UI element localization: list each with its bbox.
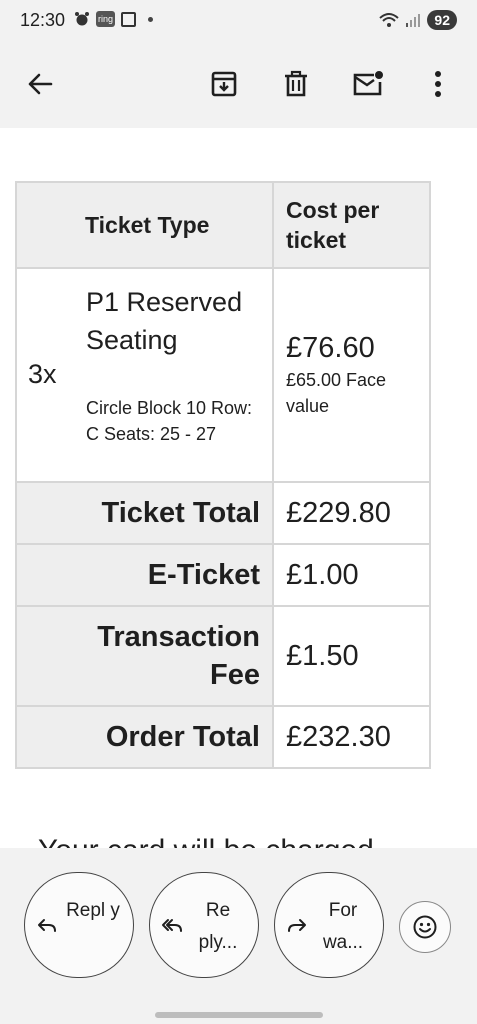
header-ticket-type: Ticket Type (15, 181, 274, 269)
archive-button[interactable] (198, 58, 250, 110)
delete-button[interactable] (270, 58, 322, 110)
ring-app-icon: ring (96, 11, 116, 27)
status-time: 12:30 (20, 10, 66, 30)
mark-unread-icon (353, 71, 383, 96)
forward-button[interactable]: For wa... (274, 872, 384, 978)
forward-label: For wa... (322, 900, 364, 953)
table-row: Transaction Fee £1.50 (15, 605, 431, 707)
ticket-face-value: £65.00 Face value (286, 370, 387, 416)
reply-all-icon (162, 919, 182, 932)
email-body: Ticket Type Cost per ticket 3x P1 Reserv… (0, 128, 477, 848)
order-table: Ticket Type Cost per ticket 3x P1 Reserv… (15, 181, 431, 769)
ticket-price: £76.60 (286, 332, 375, 364)
table-row: Ticket Total £229.80 (15, 481, 431, 545)
ticket-item-cell: 3x P1 Reserved Seating Circle Block 10 R… (15, 267, 274, 483)
signal-icon (406, 14, 421, 27)
reply-button[interactable]: Repl y (24, 872, 134, 978)
e-ticket-value: £1.00 (272, 543, 431, 607)
home-gesture-bar[interactable] (155, 1012, 323, 1018)
table-row: Order Total £232.30 (15, 705, 431, 769)
reply-action-bar: Repl y Re ply... For wa... (0, 848, 477, 1024)
reply-all-label: Re ply... (198, 900, 238, 953)
smiley-icon (413, 915, 437, 939)
emoji-reaction-button[interactable] (399, 901, 451, 953)
table-row: E-Ticket £1.00 (15, 543, 431, 607)
ticket-total-label: Ticket Total (15, 481, 274, 545)
more-vert-icon (435, 71, 441, 97)
reply-label: Repl y (66, 900, 120, 921)
more-notifications-dot (148, 16, 154, 22)
ticket-name: P1 Reserved Seating (86, 287, 243, 355)
wifi-icon (379, 13, 400, 27)
table-header-row: Ticket Type Cost per ticket (15, 181, 431, 269)
transaction-fee-value: £1.50 (272, 605, 431, 707)
ticket-quantity: 3x (28, 359, 57, 389)
archive-icon (211, 71, 237, 97)
order-total-value: £232.30 (272, 705, 431, 769)
screen-icon (121, 11, 137, 27)
ticket-total-value: £229.80 (272, 481, 431, 545)
battery-level: 92 (427, 10, 457, 30)
reply-icon (38, 919, 56, 932)
forward-icon (288, 919, 306, 932)
reply-all-button[interactable]: Re ply... (149, 872, 259, 978)
status-notification-icons: ring (74, 11, 154, 27)
ticket-price-cell: £76.60 £65.00 Face value (272, 267, 431, 483)
alarm-icon (75, 12, 89, 26)
table-row: 3x P1 Reserved Seating Circle Block 10 R… (15, 267, 431, 483)
trash-icon (285, 70, 307, 97)
transaction-fee-label: Transaction Fee (15, 605, 274, 707)
order-total-label: Order Total (15, 705, 274, 769)
ticket-seat-detail: Circle Block 10 Row: C Seats: 25 - 27 (86, 398, 253, 444)
arrow-left-icon (28, 73, 53, 95)
app-bar (0, 44, 477, 128)
back-button[interactable] (14, 58, 66, 110)
mark-unread-button[interactable] (342, 58, 394, 110)
e-ticket-label: E-Ticket (15, 543, 274, 607)
header-cost-per-ticket: Cost per ticket (272, 181, 431, 269)
status-system-icons: 92 (379, 10, 457, 30)
status-bar: 12:30 ring 92 (0, 0, 477, 44)
more-options-button[interactable] (412, 58, 464, 110)
card-charge-text: Your card will be charged (38, 834, 374, 848)
